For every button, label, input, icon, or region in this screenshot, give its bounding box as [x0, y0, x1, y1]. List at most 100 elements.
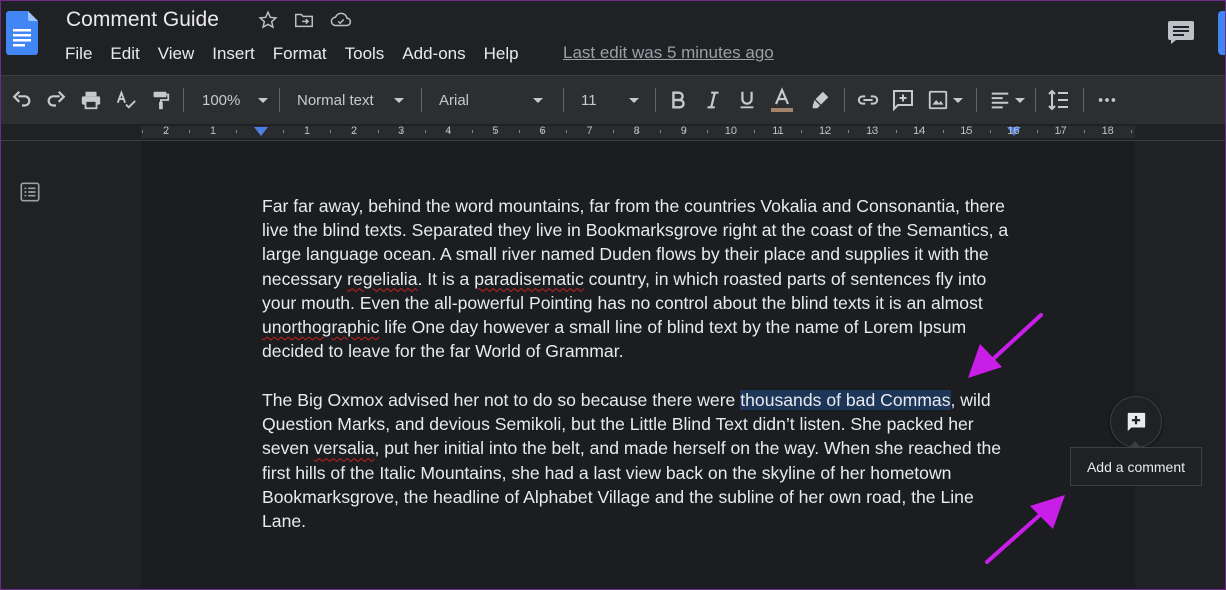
- text-color-button[interactable]: [769, 76, 795, 124]
- star-icon[interactable]: [257, 9, 279, 31]
- last-edit-link[interactable]: Last edit was 5 minutes ago: [563, 43, 774, 63]
- underline-icon: [734, 87, 760, 113]
- ruler-tick: [872, 130, 873, 133]
- toolbar-divider: [1035, 88, 1036, 112]
- toolbar-divider: [183, 88, 184, 112]
- menu-view[interactable]: View: [158, 43, 195, 65]
- ruler-tick: [448, 130, 449, 133]
- ruler-tick: [1013, 130, 1014, 133]
- paint-format-icon: [147, 87, 173, 113]
- insert-link-button[interactable]: [855, 76, 881, 124]
- document-outline-icon[interactable]: [19, 181, 41, 203]
- print-icon: [78, 87, 104, 113]
- toolbar-divider: [655, 88, 656, 112]
- ruler-tick: [378, 130, 379, 133]
- redo-icon: [43, 87, 69, 113]
- cloud-saved-icon[interactable]: [329, 9, 352, 31]
- insert-image-button[interactable]: [925, 76, 963, 124]
- highlight-button[interactable]: [808, 76, 834, 124]
- ruler-tick: [613, 130, 614, 133]
- paragraph-text: . It is a: [417, 268, 475, 289]
- chevron-down-icon: [953, 97, 963, 103]
- font-size-value: 11: [581, 91, 597, 109]
- paragraph-2[interactable]: The Big Oxmox advised her not to do so b…: [262, 388, 1022, 533]
- ruler-tick: [589, 130, 590, 133]
- underline-button[interactable]: [734, 76, 760, 124]
- style-value: Normal text: [297, 91, 374, 109]
- ruler-tick: [896, 130, 897, 133]
- print-button[interactable]: [78, 76, 104, 124]
- toolbar-divider: [279, 88, 280, 112]
- zoom-value: 100%: [202, 91, 241, 109]
- menu-file[interactable]: File: [65, 43, 92, 65]
- line-spacing-icon: [1046, 87, 1072, 113]
- paragraph-text: The Big Oxmox advised her not to do so b…: [262, 390, 741, 410]
- align-button[interactable]: [987, 76, 1025, 124]
- menu-edit[interactable]: Edit: [110, 43, 139, 65]
- link-icon: [855, 87, 881, 113]
- ruler-tick: [236, 130, 237, 133]
- undo-button[interactable]: [9, 76, 35, 124]
- bold-icon: [665, 87, 691, 113]
- add-comment-icon: [1127, 412, 1146, 432]
- italic-button[interactable]: [700, 76, 726, 124]
- line-spacing-button[interactable]: [1046, 76, 1072, 124]
- more-icon: [1094, 87, 1120, 113]
- move-folder-icon[interactable]: [293, 9, 315, 31]
- style-select[interactable]: Normal text: [297, 76, 404, 124]
- ruler-tick: [966, 130, 967, 133]
- menu-tools[interactable]: Tools: [345, 43, 385, 65]
- ruler-tick: [1108, 130, 1109, 133]
- paint-format-button[interactable]: [147, 76, 173, 124]
- ruler-tick: [189, 130, 190, 133]
- docs-logo-icon[interactable]: [6, 11, 38, 55]
- bold-button[interactable]: [665, 76, 691, 124]
- comments-history-icon[interactable]: [1167, 19, 1195, 45]
- ruler-tick: [754, 130, 755, 133]
- ruler[interactable]: 21123456789101112131415161718: [1, 124, 1225, 141]
- font-select[interactable]: Arial: [439, 76, 544, 124]
- ruler-tick: [684, 130, 685, 133]
- app-window: Comment Guide File Edit View Insert Form…: [0, 0, 1226, 590]
- more-button[interactable]: [1094, 76, 1120, 124]
- font-size-select[interactable]: 11: [581, 76, 639, 124]
- ruler-tick: [283, 130, 284, 133]
- ruler-tick: [260, 130, 261, 133]
- left-indent-marker[interactable]: [254, 127, 268, 136]
- redo-button[interactable]: [43, 76, 69, 124]
- ruler-tick: [307, 130, 308, 133]
- ruler-tick: [401, 130, 402, 133]
- ruler-tick: [472, 130, 473, 133]
- ruler-tick: [990, 130, 991, 133]
- chevron-down-icon: [393, 97, 404, 103]
- ruler-tick: [213, 130, 214, 133]
- ruler-tick: [1131, 130, 1132, 133]
- menu-bar: File Edit View Insert Format Tools Add-o…: [65, 43, 537, 65]
- ruler-tick: [919, 130, 920, 133]
- misspelled-word[interactable]: versalia: [314, 438, 375, 458]
- ruler-tick: [425, 130, 426, 133]
- paragraph-1[interactable]: Far far away, behind the word mountains,…: [262, 194, 1022, 363]
- account-avatar-edge[interactable]: [1218, 11, 1225, 55]
- italic-icon: [700, 87, 726, 113]
- chevron-down-icon: [628, 97, 639, 103]
- ruler-tick: [495, 130, 496, 133]
- menu-format[interactable]: Format: [273, 43, 327, 65]
- ruler-tick: [848, 130, 849, 133]
- menu-insert[interactable]: Insert: [212, 43, 255, 65]
- insert-comment-button[interactable]: [890, 76, 916, 124]
- document-canvas: Far far away, behind the word mountains,…: [1, 141, 1225, 589]
- document-title[interactable]: Comment Guide: [66, 8, 219, 32]
- selected-text[interactable]: thousands of bad Commas: [740, 390, 951, 410]
- ruler-tick: [1037, 130, 1038, 133]
- zoom-select[interactable]: 100%: [202, 76, 269, 124]
- ruler-tick: [825, 130, 826, 133]
- misspelled-word[interactable]: paradisematic: [474, 269, 584, 289]
- misspelled-word[interactable]: unorthographic: [262, 317, 379, 337]
- ruler-tick: [637, 130, 638, 133]
- menu-help[interactable]: Help: [484, 43, 519, 65]
- misspelled-word[interactable]: regelialia: [347, 269, 417, 289]
- menu-add-ons[interactable]: Add-ons: [402, 43, 465, 65]
- spellcheck-button[interactable]: [113, 76, 139, 124]
- chevron-down-icon: [1015, 97, 1025, 103]
